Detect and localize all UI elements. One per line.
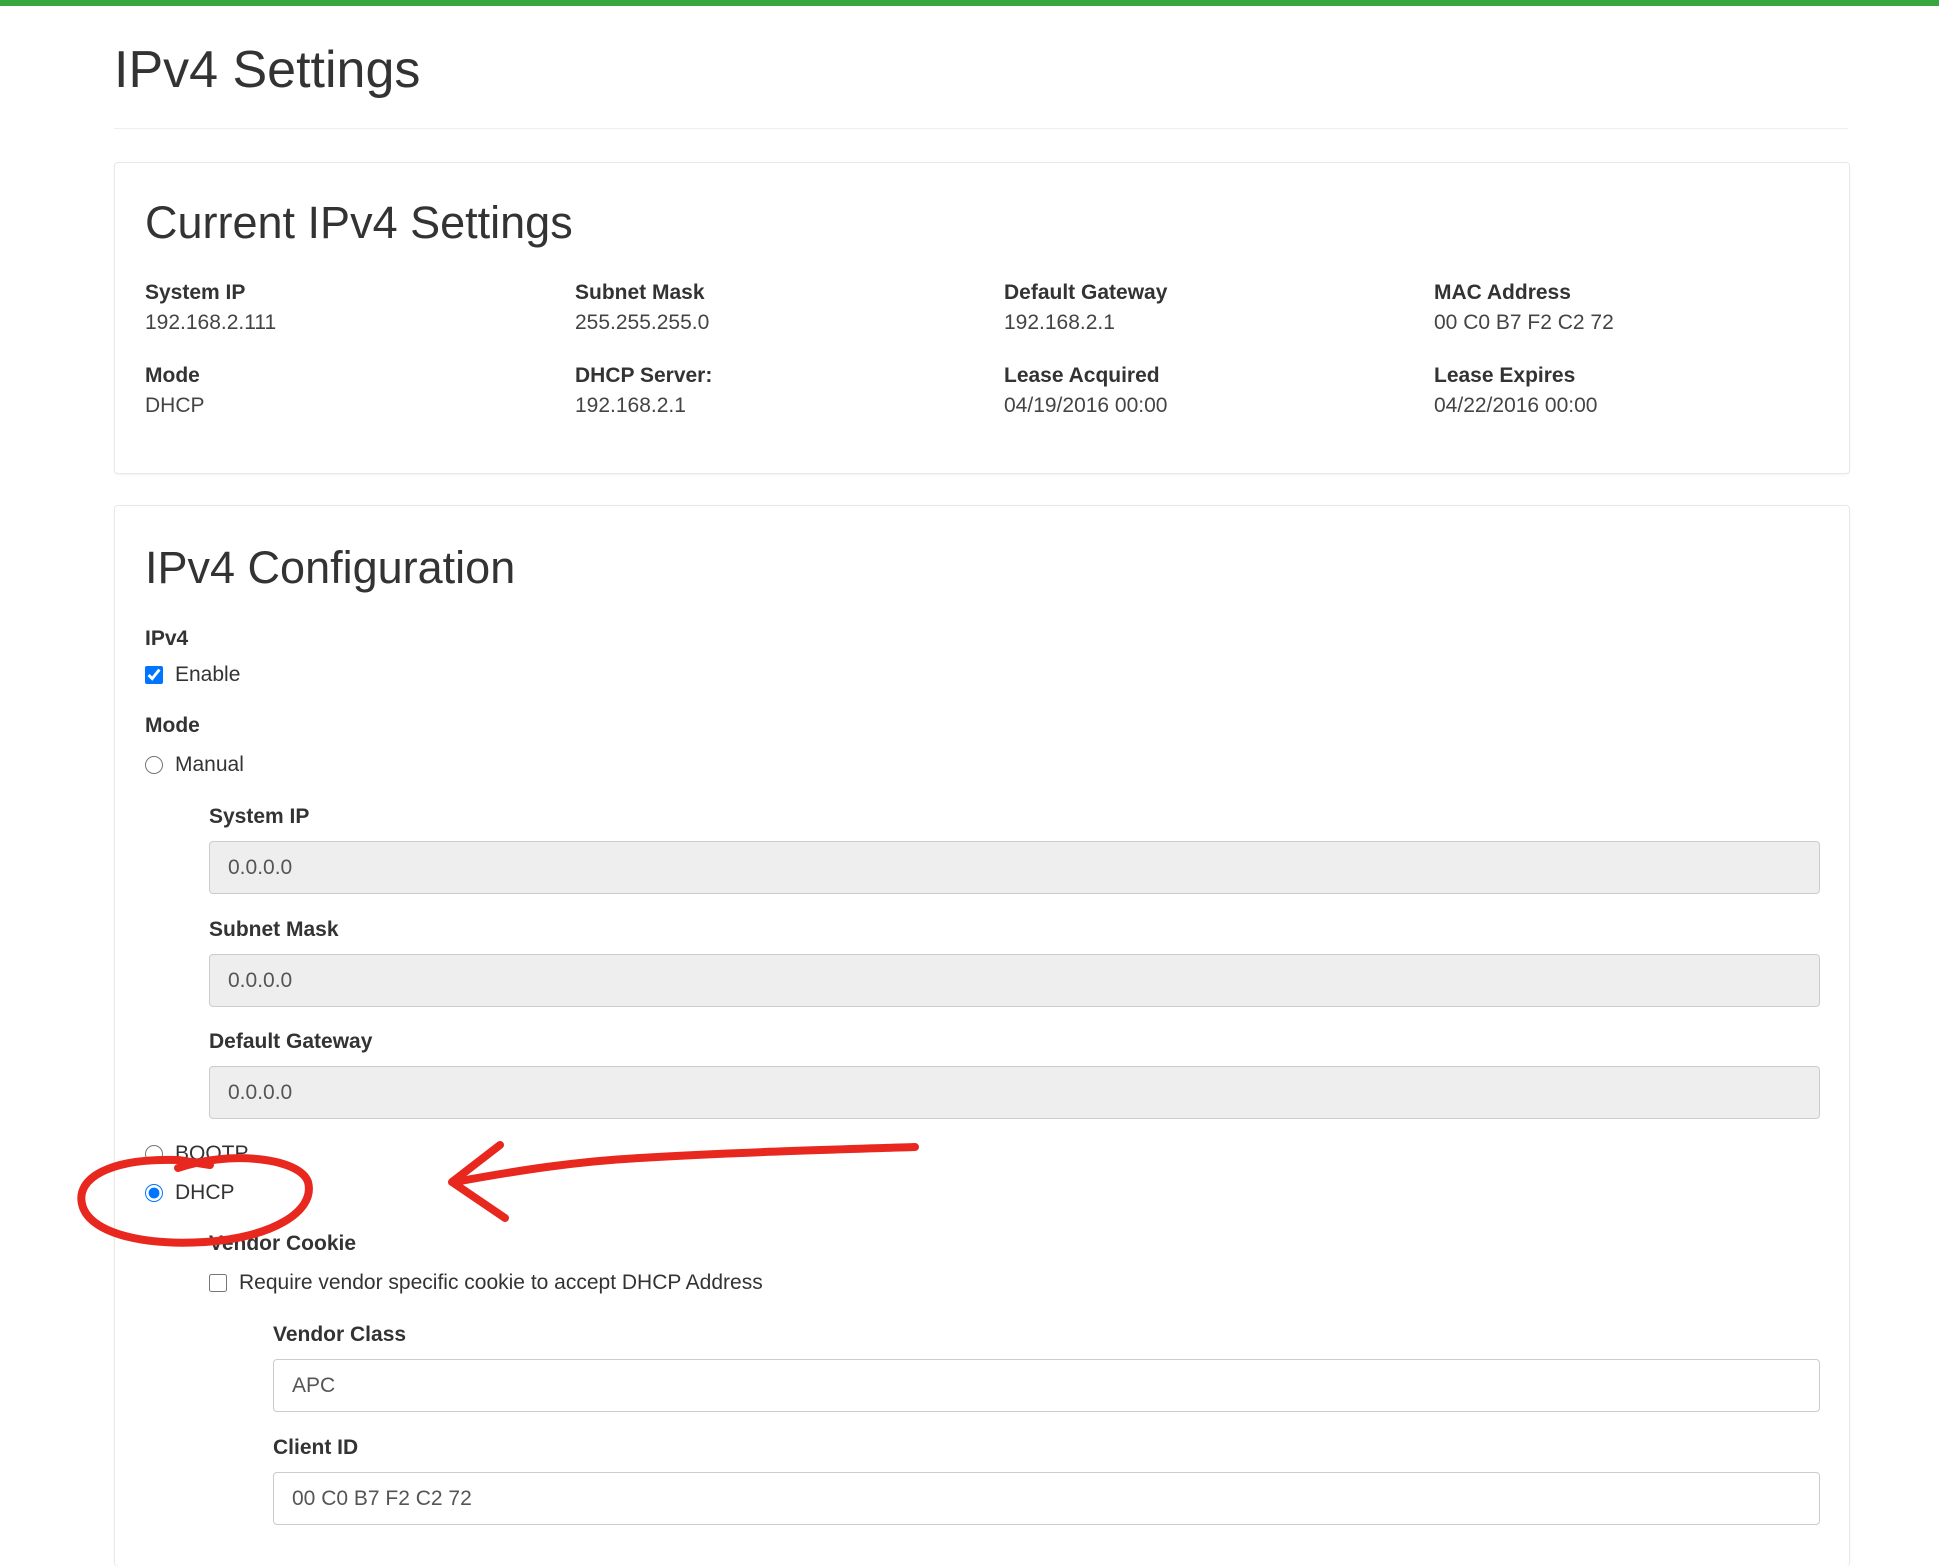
current-settings-title: Current IPv4 Settings: [145, 197, 573, 248]
bootp-radio-row[interactable]: BOOTP: [145, 1142, 249, 1166]
current-settings-panel: Current IPv4 Settings System IP 192.168.…: [114, 162, 1850, 474]
client-id-label: Client ID: [273, 1436, 359, 1459]
current-dhcp-server: DHCP Server: 192.168.2.1: [575, 363, 975, 419]
lease-acquired-value: 04/19/2016 00:00: [1004, 394, 1168, 417]
mac-address-label: MAC Address: [1434, 281, 1571, 304]
subnet-mask-label: Subnet Mask: [575, 281, 705, 304]
enable-checkbox-row[interactable]: Enable: [145, 663, 240, 687]
mode-label: Mode: [145, 364, 200, 387]
current-system-ip: System IP 192.168.2.111: [145, 280, 545, 336]
title-divider: [114, 128, 1848, 129]
bootp-radio-label: BOOTP: [175, 1142, 249, 1165]
current-default-gateway: Default Gateway 192.168.2.1: [1004, 280, 1404, 336]
ipv4-label: IPv4: [145, 627, 189, 650]
current-subnet-mask: Subnet Mask 255.255.255.0: [575, 280, 975, 336]
ipv4-configuration-panel: IPv4 Configuration IPv4 Enable Mode Manu…: [114, 505, 1850, 1566]
vendor-cookie-label: Vendor Cookie: [209, 1232, 357, 1255]
configuration-title: IPv4 Configuration: [145, 542, 516, 593]
mode-label: Mode: [145, 714, 200, 737]
subnet-mask-value: 255.255.255.0: [575, 311, 710, 334]
mac-address-value: 00 C0 B7 F2 C2 72: [1434, 311, 1614, 334]
dhcp-radio-row[interactable]: DHCP: [145, 1181, 235, 1205]
vendor-class-label: Vendor Class: [273, 1323, 407, 1346]
top-accent-bar: [0, 0, 1939, 6]
manual-radio-row[interactable]: Manual: [145, 753, 244, 777]
bootp-radio[interactable]: [145, 1145, 163, 1163]
system-ip-field-label: System IP: [209, 805, 310, 828]
mode-value: DHCP: [145, 394, 205, 417]
current-lease-expires: Lease Expires 04/22/2016 00:00: [1434, 363, 1834, 419]
dhcp-radio[interactable]: [145, 1184, 163, 1202]
current-mode: Mode DHCP: [145, 363, 545, 419]
dhcp-server-value: 192.168.2.1: [575, 394, 686, 417]
vendor-class-input[interactable]: [273, 1359, 1820, 1412]
default-gateway-value: 192.168.2.1: [1004, 311, 1115, 334]
vendor-cookie-checkbox-row[interactable]: Require vendor specific cookie to accept…: [209, 1271, 763, 1295]
enable-label: Enable: [175, 663, 241, 686]
default-gateway-input[interactable]: [209, 1066, 1820, 1119]
default-gateway-label: Default Gateway: [1004, 281, 1168, 304]
vendor-cookie-checkbox-label: Require vendor specific cookie to accept…: [239, 1271, 763, 1294]
lease-expires-label: Lease Expires: [1434, 364, 1576, 387]
system-ip-input[interactable]: [209, 841, 1820, 894]
dhcp-radio-label: DHCP: [175, 1181, 235, 1204]
enable-checkbox[interactable]: [145, 666, 163, 684]
current-lease-acquired: Lease Acquired 04/19/2016 00:00: [1004, 363, 1404, 419]
vendor-cookie-checkbox[interactable]: [209, 1274, 227, 1292]
manual-radio-label: Manual: [175, 753, 244, 776]
client-id-input[interactable]: [273, 1472, 1820, 1525]
subnet-mask-field-label: Subnet Mask: [209, 918, 339, 941]
lease-expires-value: 04/22/2016 00:00: [1434, 394, 1598, 417]
default-gateway-field-label: Default Gateway: [209, 1030, 373, 1053]
manual-radio[interactable]: [145, 756, 163, 774]
system-ip-label: System IP: [145, 281, 246, 304]
current-mac-address: MAC Address 00 C0 B7 F2 C2 72: [1434, 280, 1834, 336]
page-title: IPv4 Settings: [114, 41, 421, 99]
system-ip-value: 192.168.2.111: [145, 311, 277, 334]
subnet-mask-input[interactable]: [209, 954, 1820, 1007]
dhcp-server-label: DHCP Server:: [575, 364, 713, 387]
lease-acquired-label: Lease Acquired: [1004, 364, 1160, 387]
